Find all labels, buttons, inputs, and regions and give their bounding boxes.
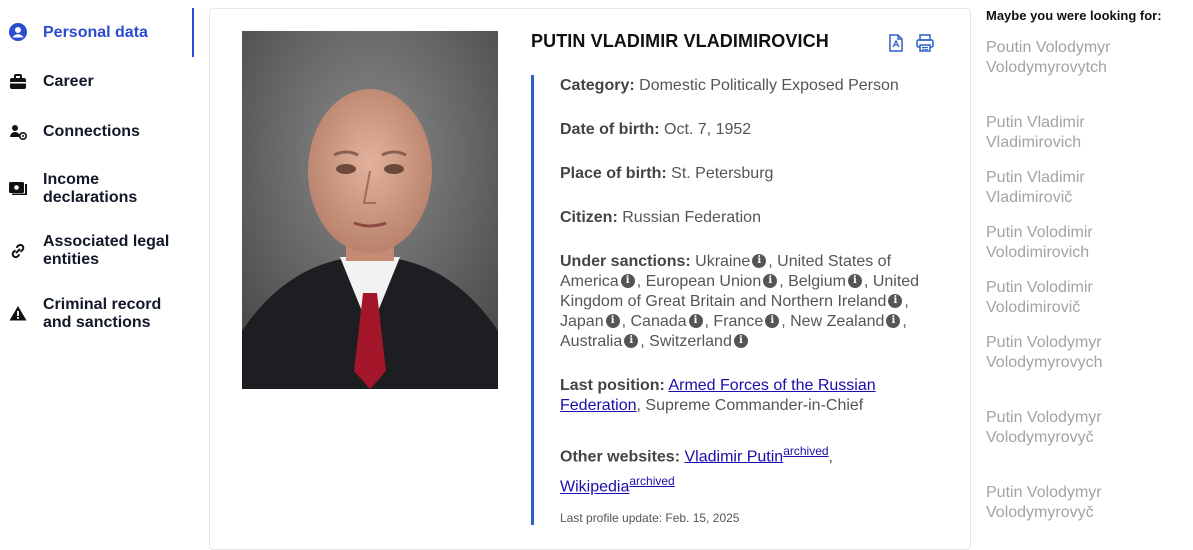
websites-field: Other websites: Vladimir Putinarchived, … — [560, 444, 833, 496]
info-icon[interactable]: i — [688, 313, 703, 328]
last-position-field: Last position: Armed Forces of the Russi… — [560, 376, 944, 416]
sanctions-field: Under sanctions: Ukraine i, United States… — [560, 253, 920, 350]
pob-field: Place of birth: St. Petersburg — [560, 164, 944, 184]
citizen-field: Citizen: Russian Federation — [560, 208, 944, 228]
sidebar-item-criminal-record[interactable]: Criminal record and sanctions — [0, 295, 192, 333]
sanction-country: Canada — [630, 313, 687, 330]
pdf-icon[interactable] — [888, 34, 906, 52]
citizen-label: Citizen: — [560, 209, 618, 226]
suggestion-item[interactable]: Poutin Volodymyr Volodymyrovytch — [986, 38, 1136, 78]
sidebar-item-label: Associated legal entities — [43, 233, 170, 268]
archived-link[interactable]: archived — [629, 474, 674, 488]
pob-label: Place of birth: — [560, 165, 667, 182]
sanction-country: Ukraine — [695, 253, 751, 270]
user-network-icon — [9, 123, 27, 141]
info-icon[interactable]: i — [765, 313, 780, 328]
sidebar-item-connections[interactable]: Connections — [0, 116, 192, 148]
sanction-country: Belgium — [788, 273, 846, 290]
info-icon[interactable]: i — [624, 333, 639, 348]
profile-details: Category: Domestic Politically Exposed P… — [531, 75, 944, 525]
info-icon[interactable]: i — [763, 273, 778, 288]
last-position-role: , Supreme Commander-in-Chief — [636, 397, 864, 414]
user-circle-icon — [9, 23, 27, 41]
warning-icon — [9, 304, 27, 322]
citizen-value: Russian Federation — [622, 209, 761, 226]
suggestion-item[interactable]: Putin Vladimir Vladimirovič — [986, 168, 1136, 208]
sanction-country: France — [713, 313, 764, 330]
category-label: Category: — [560, 77, 635, 94]
info-icon[interactable]: i — [752, 253, 767, 268]
suggestion-item[interactable]: Putin Volodymyr Volodymyrovyč — [986, 408, 1136, 448]
sanction-country: European Union — [645, 273, 762, 290]
last-position-label: Last position: — [560, 377, 665, 394]
sanctions-label: Under sanctions: — [560, 253, 691, 270]
suggestion-item[interactable]: Putin Volodymyr Volodymyrovyč — [986, 483, 1136, 523]
suggestion-item[interactable]: Putin Volodymyr Volodymyrovych — [986, 333, 1136, 373]
sidebar-item-label: Career — [43, 73, 94, 90]
sidebar-item-career[interactable]: Career — [0, 66, 192, 98]
info-icon[interactable]: i — [847, 273, 862, 288]
info-icon[interactable]: i — [886, 313, 901, 328]
archived-link[interactable]: archived — [783, 444, 828, 458]
website-link-wikipedia[interactable]: Wikipedia — [560, 479, 629, 496]
profile-name: PUTIN VLADIMIR VLADIMIROVICH — [531, 31, 829, 51]
sidebar: Personal data Career Connections Income … — [0, 0, 194, 529]
suggestion-item[interactable]: Putin Volodimir Volodimirovich — [986, 223, 1136, 263]
sanction-country: Japan — [560, 313, 604, 330]
suggestion-item[interactable]: Putin Vladimir Vladimirovich — [986, 113, 1136, 153]
dob-label: Date of birth: — [560, 121, 660, 138]
sanction-country: Australia — [560, 333, 623, 350]
category-field: Category: Domestic Politically Exposed P… — [560, 76, 944, 96]
dob-value: Oct. 7, 1952 — [664, 121, 752, 138]
sidebar-item-associated-legal-entities[interactable]: Associated legal entities — [0, 232, 192, 270]
pob-value: St. Petersburg — [671, 165, 774, 182]
sidebar-item-label: Income declarations — [43, 171, 138, 206]
sanction-country: Switzerland — [649, 333, 732, 350]
websites-label: Other websites: — [560, 448, 681, 466]
sidebar-item-label: Connections — [43, 123, 140, 140]
suggestions-title: Maybe you were looking for: — [986, 8, 1162, 23]
sidebar-item-label: Criminal record and sanctions — [43, 296, 162, 331]
profile-photo — [242, 31, 498, 389]
last-update: Last profile update: Feb. 15, 2025 — [560, 511, 740, 525]
link-icon — [9, 242, 27, 260]
dob-field: Date of birth: Oct. 7, 1952 — [560, 120, 944, 140]
info-icon[interactable]: i — [620, 273, 635, 288]
info-icon[interactable]: i — [888, 293, 903, 308]
suggestion-item[interactable]: Putin Volodimir Volodimirovič — [986, 278, 1136, 318]
sanction-country: New Zealand — [790, 313, 885, 330]
sidebar-item-label: Personal data — [43, 24, 148, 41]
money-icon — [9, 179, 27, 197]
website-link-vladimir-putin[interactable]: Vladimir Putin — [684, 448, 783, 465]
sidebar-item-income-declarations[interactable]: Income declarations — [0, 170, 192, 208]
category-value: Domestic Politically Exposed Person — [639, 77, 899, 94]
info-icon[interactable]: i — [733, 333, 748, 348]
print-icon[interactable] — [916, 34, 934, 52]
info-icon[interactable]: i — [605, 313, 620, 328]
sidebar-item-personal-data[interactable]: Personal data — [0, 8, 194, 57]
briefcase-icon — [9, 73, 27, 91]
